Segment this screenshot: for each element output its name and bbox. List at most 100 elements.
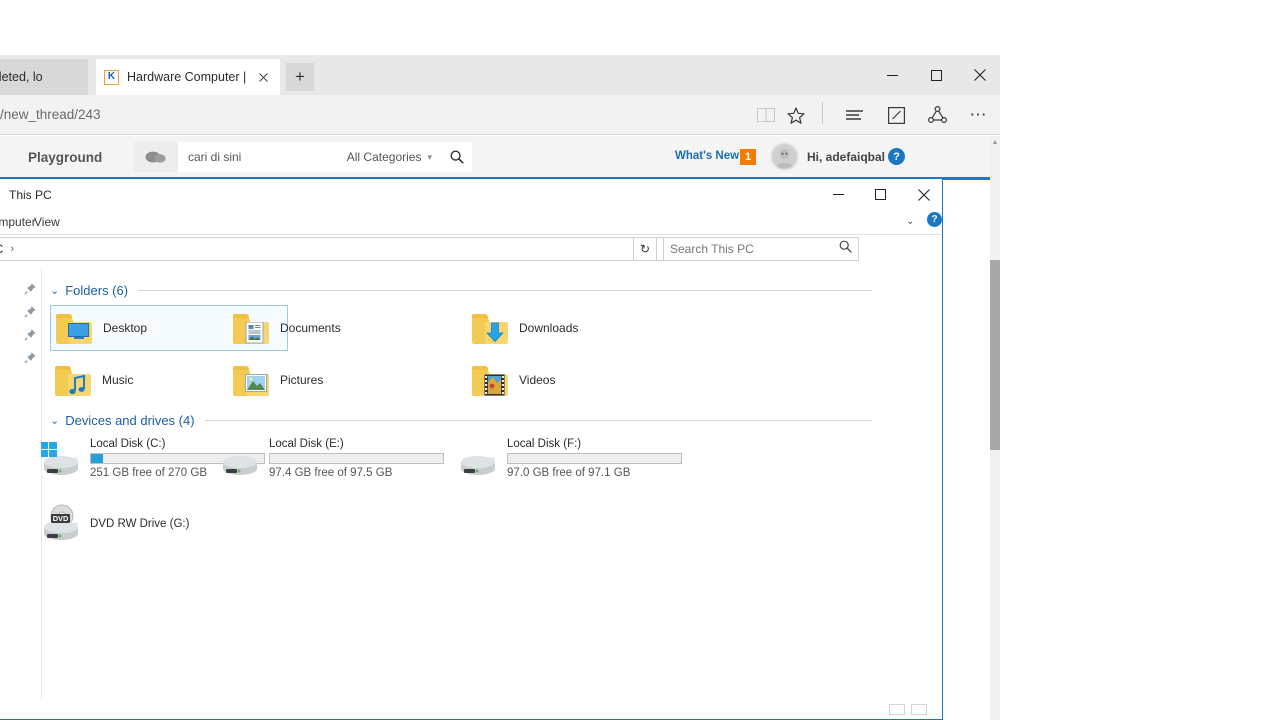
scroll-up-arrow-icon[interactable]: ▲ xyxy=(990,136,1000,148)
tile-label: Pictures xyxy=(280,373,324,387)
windows-drive-icon xyxy=(38,441,84,481)
explorer-help-icon[interactable]: ? xyxy=(927,212,942,227)
search-icon xyxy=(839,240,852,258)
folder-documents-icon xyxy=(233,310,271,346)
explorer-minimize-button[interactable] xyxy=(816,179,861,210)
svg-text:DVD: DVD xyxy=(53,514,69,523)
browser-close-button[interactable] xyxy=(957,55,1003,95)
ribbon-expand-chevron-icon[interactable]: ⌄ xyxy=(906,216,914,227)
ribbon-divider xyxy=(0,234,942,235)
group-header-folders[interactable]: ⌄ Folders (6) xyxy=(50,283,872,298)
ribbon-tab-computer[interactable]: Computer xyxy=(0,215,36,229)
page-scrollbar[interactable]: ▲ xyxy=(990,136,1000,720)
screen: a from deleted, lo K Hardware Computer |… xyxy=(0,0,1280,720)
drive-tile-e[interactable]: Local Disk (E:) 97.4 GB free of 97.5 GB xyxy=(217,435,467,485)
new-tab-button[interactable]: + xyxy=(286,63,314,91)
pin-icon-4[interactable] xyxy=(24,351,37,364)
chevron-down-icon[interactable]: ⌄ xyxy=(50,414,59,427)
pin-icon-1[interactable] xyxy=(24,282,37,295)
whats-new-link[interactable]: What's New? xyxy=(675,150,746,162)
folder-tile-pictures[interactable]: Pictures xyxy=(228,357,466,403)
web-note-icon[interactable] xyxy=(880,99,912,131)
drive-label: DVD RW Drive (G:) xyxy=(90,518,190,530)
drive-capacity-bar xyxy=(269,453,444,464)
drive-tile-dvd[interactable]: DVD DVD RW Drive (G:) xyxy=(38,499,288,549)
folder-music-icon xyxy=(55,362,93,398)
favorites-star-icon[interactable] xyxy=(780,99,812,131)
scrollbar-thumb[interactable] xyxy=(990,260,1000,450)
folder-desktop-icon xyxy=(56,310,94,346)
dvd-drive-icon: DVD xyxy=(38,504,84,544)
tile-label: Downloads xyxy=(519,321,579,335)
reading-view-icon[interactable] xyxy=(750,99,782,131)
group-title: Folders (6) xyxy=(65,283,129,298)
browser-minimize-button[interactable] xyxy=(869,55,915,95)
pin-icon-2[interactable] xyxy=(24,305,37,318)
drive-info: Local Disk (F:) 97.0 GB free of 97.1 GB xyxy=(507,435,682,479)
breadcrumb-separator-2[interactable]: › xyxy=(5,243,19,255)
drive-info: Local Disk (E:) 97.4 GB free of 97.5 GB xyxy=(269,435,444,479)
search-input[interactable]: cari di sini xyxy=(178,150,347,164)
tab-title: a from deleted, lo xyxy=(0,70,43,84)
group-header-devices[interactable]: ⌄ Devices and drives (4) xyxy=(50,413,872,428)
whats-new-badge: 1 xyxy=(740,149,756,165)
folder-tile-downloads[interactable]: Downloads xyxy=(467,305,705,351)
explorer-ribbon-tabs: File Computer View ⌄ xyxy=(0,211,942,234)
favicon-icon: K xyxy=(104,69,119,85)
breadcrumb[interactable]: › This PC › ⌄ xyxy=(0,237,711,261)
drive-label: Local Disk (E:) xyxy=(269,438,344,450)
explorer-search-box[interactable]: Search This PC xyxy=(663,237,859,261)
group-title: Devices and drives (4) xyxy=(65,413,195,428)
folder-downloads-icon xyxy=(472,310,510,346)
tile-label: Videos xyxy=(519,373,556,387)
navigation-pane xyxy=(0,269,42,699)
chevron-down-icon[interactable]: ▾ xyxy=(425,152,442,163)
drive-capacity-fill xyxy=(91,454,104,463)
drive-icon xyxy=(217,441,263,481)
explorer-title-bar[interactable] xyxy=(0,179,942,211)
explorer-close-button[interactable] xyxy=(901,179,946,210)
drive-info: DVD RW Drive (G:) xyxy=(90,518,189,530)
drive-tile-f[interactable]: Local Disk (F:) 97.0 GB free of 97.1 GB xyxy=(455,435,705,485)
file-explorer-window: This PC File Computer View ⌄ ? xyxy=(0,178,943,720)
ribbon-tab-view[interactable]: View xyxy=(34,215,60,229)
close-icon[interactable] xyxy=(254,68,272,86)
browser-tab-active[interactable]: K Hardware Computer | Ka xyxy=(96,59,280,95)
user-greeting[interactable]: Hi, adefaiqbal xyxy=(807,150,885,164)
drive-label: Local Disk (F:) xyxy=(507,438,582,450)
browser-tab-background[interactable]: a from deleted, lo xyxy=(0,59,88,95)
avatar[interactable] xyxy=(770,142,799,171)
search-input[interactable]: Search This PC xyxy=(670,242,839,256)
chevron-down-icon[interactable]: ⌄ xyxy=(50,284,59,297)
group-rule xyxy=(138,290,872,291)
search-category-select[interactable]: All Categories xyxy=(347,150,426,164)
pin-icon-3[interactable] xyxy=(24,328,37,341)
settings-more-icon[interactable]: ⋯ xyxy=(962,99,994,131)
tile-label: Documents xyxy=(280,321,341,335)
drive-free-space: 97.0 GB free of 97.1 GB xyxy=(507,467,631,479)
refresh-button[interactable]: ↻ xyxy=(633,237,657,261)
chat-bubble-icon xyxy=(134,142,178,172)
site-search[interactable]: cari di sini All Categories ▾ xyxy=(134,142,472,172)
details-view-button[interactable] xyxy=(889,704,905,715)
drive-icon xyxy=(455,441,501,481)
desktop-background xyxy=(1000,0,1280,720)
tab-title: Hardware Computer | Ka xyxy=(127,70,246,84)
explorer-title: This PC xyxy=(9,188,52,202)
nav-playground[interactable]: Playground xyxy=(28,150,102,165)
help-icon[interactable]: ? xyxy=(888,148,905,165)
browser-maximize-button[interactable] xyxy=(913,55,959,95)
folder-pictures-icon xyxy=(233,362,271,398)
explorer-maximize-button[interactable] xyxy=(858,179,903,210)
hub-icon[interactable] xyxy=(838,99,870,131)
tile-label: Desktop xyxy=(103,321,148,335)
search-icon[interactable] xyxy=(442,150,472,164)
folder-tile-videos[interactable]: Videos xyxy=(467,357,705,403)
address-bar[interactable]: /new_thread/243 xyxy=(0,103,101,127)
large-icons-view-button[interactable] xyxy=(911,704,927,715)
share-icon[interactable] xyxy=(921,99,953,131)
tile-label: Music xyxy=(102,373,134,387)
group-rule xyxy=(204,420,872,421)
folder-tile-documents[interactable]: Documents xyxy=(228,305,466,351)
folder-videos-icon xyxy=(472,362,510,398)
